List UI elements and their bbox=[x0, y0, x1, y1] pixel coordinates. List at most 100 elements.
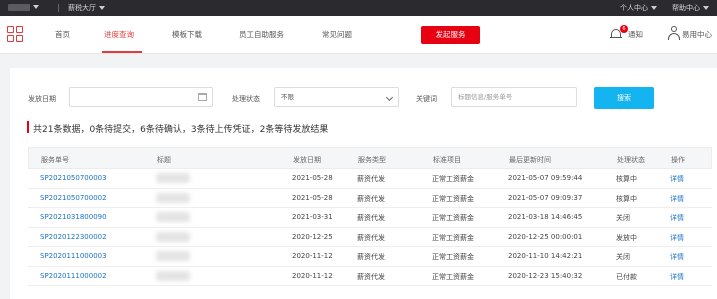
keyword-placeholder: 标题信息/服务单号 bbox=[458, 93, 513, 101]
notice-label[interactable]: 通知 bbox=[628, 29, 643, 40]
table-row: SP2020122300002 2020-12-25 薪资代发 正常工资薪金 2… bbox=[28, 228, 712, 247]
chevron-down-icon bbox=[33, 5, 39, 9]
divider bbox=[58, 4, 59, 12]
brand-logo bbox=[8, 3, 30, 11]
table-row: SP2021050700002 2021-05-28 薪资代发 正常工资薪金 2… bbox=[28, 189, 712, 208]
service-type: 薪资代发 bbox=[357, 253, 385, 261]
help-center-label: 帮助中心 bbox=[672, 4, 700, 12]
user-center-label[interactable]: 易用中心 bbox=[682, 29, 712, 40]
updated-time: 2021-05-07 09:09:37 bbox=[508, 193, 583, 202]
service-id-link[interactable]: SP2020111000002 bbox=[40, 272, 107, 280]
standard-item: 正常工资薪金 bbox=[432, 175, 474, 183]
standard-item: 正常工资薪金 bbox=[432, 253, 474, 261]
updated-time: 2021-03-18 14:46:45 bbox=[508, 213, 583, 221]
service-id-link[interactable]: SP2021031800090 bbox=[40, 213, 107, 221]
issue-date: 2021-03-31 bbox=[292, 213, 333, 221]
service-type: 薪资代发 bbox=[357, 214, 385, 222]
service-id-link[interactable]: SP2021050700003 bbox=[40, 174, 107, 182]
issue-date: 2021-05-28 bbox=[292, 193, 333, 202]
detail-link[interactable]: 详情 bbox=[670, 174, 684, 184]
brand-menu[interactable] bbox=[8, 3, 39, 11]
process-status: 核算中 bbox=[616, 175, 637, 183]
status-label: 处理状态 bbox=[232, 95, 260, 103]
date-field[interactable] bbox=[69, 87, 213, 107]
location-label: 薪税大厅 bbox=[68, 4, 96, 12]
nav-item-faq[interactable]: 常见问题 bbox=[322, 29, 352, 40]
process-status: 核算中 bbox=[616, 194, 637, 203]
service-id-link[interactable]: SP2021050700002 bbox=[40, 194, 107, 202]
chevron-down-icon bbox=[651, 6, 657, 10]
main-nav: 首页 进度查询 模板下载 员工自助服务 常见问题 发起服务 6 通知 易用中心 bbox=[0, 16, 717, 54]
process-status: 已付款 bbox=[616, 272, 637, 281]
detail-link[interactable]: 详情 bbox=[670, 213, 684, 223]
date-label: 发放日期 bbox=[28, 95, 56, 103]
user-icon[interactable] bbox=[668, 26, 680, 40]
redacted-title bbox=[156, 231, 190, 242]
redacted-title bbox=[156, 270, 190, 281]
header-date: 发放日期 bbox=[293, 156, 321, 164]
header-updated: 最后更新时间 bbox=[509, 156, 551, 164]
redacted-title bbox=[156, 192, 190, 203]
service-id-link[interactable]: SP2020111000003 bbox=[40, 252, 107, 260]
summary-text: 共21条数据，0条待提交，6条待确认，3条待上传凭证，2条等待发放结果 bbox=[33, 125, 329, 135]
service-type: 薪资代发 bbox=[357, 233, 385, 242]
table-row: SP2021050700003 2021-05-28 薪资代发 正常工资薪金 2… bbox=[28, 169, 712, 189]
results-table: 服务单号 标题 发放日期 服务类型 标准项目 最后更新时间 处理状态 操作 SP… bbox=[28, 147, 712, 286]
table-row: SP2020111000002 2020-11-12 薪资代发 正常工资薪金 2… bbox=[28, 267, 712, 286]
table-row: SP2021031800090 2021-03-31 薪资代发 正常工资薪金 2… bbox=[28, 208, 712, 228]
top-bar: 薪税大厅 个人中心 帮助中心 bbox=[0, 0, 717, 16]
nav-item-templates[interactable]: 模板下载 bbox=[172, 29, 202, 40]
header-status: 处理状态 bbox=[617, 156, 645, 164]
nav-item-home[interactable]: 首页 bbox=[55, 29, 70, 40]
service-id-link[interactable]: SP2020122300002 bbox=[40, 233, 107, 241]
updated-time: 2020-11-10 14:42:21 bbox=[508, 252, 583, 260]
keyword-label: 关键词 bbox=[416, 95, 437, 103]
process-status: 关闭 bbox=[616, 253, 630, 261]
calendar-icon bbox=[198, 93, 207, 101]
detail-link[interactable]: 详情 bbox=[670, 194, 684, 204]
location-switcher[interactable]: 薪税大厅 bbox=[68, 3, 105, 13]
notification-badge: 6 bbox=[620, 25, 628, 33]
chevron-down-icon bbox=[703, 6, 709, 10]
summary-marker bbox=[27, 121, 29, 133]
standard-item: 正常工资薪金 bbox=[432, 214, 474, 222]
personal-center-label: 个人中心 bbox=[620, 4, 648, 12]
detail-link[interactable]: 详情 bbox=[670, 233, 684, 243]
table-body: SP2021050700003 2021-05-28 薪资代发 正常工资薪金 2… bbox=[28, 169, 712, 286]
help-center-menu[interactable]: 帮助中心 bbox=[672, 3, 709, 13]
issue-date: 2020-11-12 bbox=[292, 252, 333, 260]
updated-time: 2021-05-07 09:59:44 bbox=[508, 174, 583, 182]
issue-date: 2020-12-25 bbox=[292, 232, 333, 241]
service-type: 薪资代发 bbox=[357, 272, 385, 281]
header-title: 标题 bbox=[157, 156, 171, 164]
service-type: 薪资代发 bbox=[357, 175, 385, 183]
standard-item: 正常工资薪金 bbox=[432, 194, 474, 203]
status-select[interactable]: 不限 bbox=[274, 87, 399, 107]
header-item: 标准项目 bbox=[433, 156, 461, 164]
standard-item: 正常工资薪金 bbox=[432, 272, 474, 281]
service-type: 薪资代发 bbox=[357, 194, 385, 203]
process-status: 关闭 bbox=[616, 214, 630, 222]
nav-item-self-service[interactable]: 员工自助服务 bbox=[239, 29, 284, 40]
search-button[interactable]: 搜索 bbox=[594, 87, 654, 109]
start-service-button[interactable]: 发起服务 bbox=[421, 26, 480, 44]
redacted-title bbox=[156, 173, 190, 183]
issue-date: 2020-11-12 bbox=[292, 271, 333, 280]
chevron-down-icon bbox=[99, 6, 105, 10]
redacted-title bbox=[156, 212, 190, 222]
header-id: 服务单号 bbox=[41, 156, 69, 164]
nav-item-progress[interactable]: 进度查询 bbox=[104, 29, 134, 40]
updated-time: 2020-12-23 15:40:32 bbox=[508, 271, 583, 280]
status-value: 不限 bbox=[281, 93, 294, 101]
app-grid-icon[interactable] bbox=[7, 26, 23, 42]
table-row: SP2020111000003 2020-11-12 薪资代发 正常工资薪金 2… bbox=[28, 247, 712, 267]
detail-link[interactable]: 详情 bbox=[670, 252, 684, 262]
active-tab-indicator bbox=[102, 51, 142, 53]
personal-center-menu[interactable]: 个人中心 bbox=[620, 3, 657, 13]
header-action: 操作 bbox=[671, 156, 685, 164]
keyword-input[interactable]: 标题信息/服务单号 bbox=[451, 87, 577, 107]
standard-item: 正常工资薪金 bbox=[432, 233, 474, 242]
detail-link[interactable]: 详情 bbox=[670, 272, 684, 282]
chevron-down-icon bbox=[385, 93, 394, 102]
table-header: 服务单号 标题 发放日期 服务类型 标准项目 最后更新时间 处理状态 操作 bbox=[28, 147, 712, 169]
